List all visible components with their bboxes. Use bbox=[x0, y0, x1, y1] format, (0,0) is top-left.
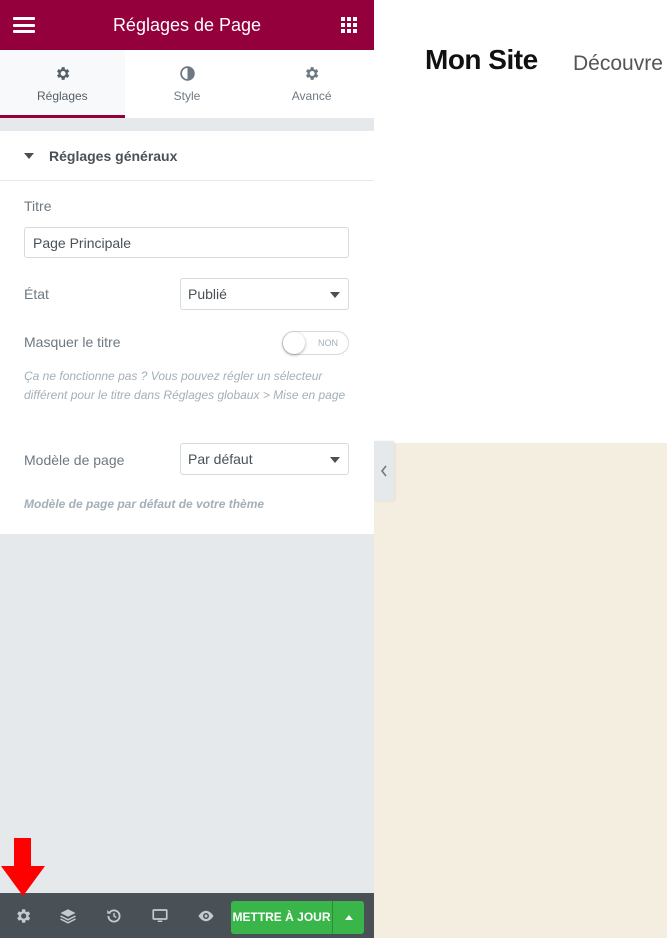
tab-label: Style bbox=[173, 89, 201, 103]
masquer-titre-label: Masquer le titre bbox=[24, 334, 121, 350]
hamburger-menu-icon[interactable] bbox=[13, 17, 35, 33]
caret-down-icon bbox=[24, 152, 34, 159]
section-header[interactable]: Réglages généraux bbox=[0, 131, 374, 181]
gear-icon bbox=[306, 67, 319, 80]
half-circle-contrast-icon bbox=[179, 66, 195, 81]
toggle-knob bbox=[283, 332, 305, 354]
update-button[interactable]: METTRE À JOUR bbox=[231, 901, 332, 934]
tab-style[interactable]: Style bbox=[125, 50, 250, 118]
editor-panel: Réglages de Page Réglages Style Avancé R… bbox=[0, 0, 374, 938]
chevron-down-icon bbox=[330, 457, 340, 463]
site-title[interactable]: Mon Site bbox=[425, 44, 538, 76]
nav-item[interactable]: Découvre bbox=[573, 52, 663, 76]
titre-input[interactable] bbox=[24, 227, 349, 258]
collapse-panel-button[interactable] bbox=[374, 441, 394, 501]
apps-grid-icon[interactable] bbox=[341, 17, 357, 33]
annotation-arrow-icon bbox=[1, 838, 45, 896]
tab-label: Réglages bbox=[36, 89, 88, 103]
preview-cream-section bbox=[374, 443, 667, 938]
gear-icon bbox=[56, 67, 70, 80]
panel-tabs: Réglages Style Avancé bbox=[0, 50, 374, 118]
etat-label: État bbox=[24, 286, 49, 302]
masquer-titre-toggle[interactable]: NON bbox=[282, 331, 349, 355]
section-title: Réglages généraux bbox=[49, 147, 178, 164]
tab-avance[interactable]: Avancé bbox=[249, 50, 374, 118]
update-options-button[interactable] bbox=[332, 901, 364, 934]
tab-reglages[interactable]: Réglages bbox=[0, 50, 125, 118]
settings-section: Réglages généraux Titre État Publié Masq… bbox=[0, 131, 374, 534]
desktop-icon[interactable] bbox=[151, 907, 169, 925]
toggle-text: NON bbox=[318, 338, 338, 348]
gear-icon[interactable] bbox=[14, 907, 32, 925]
etat-select[interactable]: Publié bbox=[180, 278, 349, 310]
modele-select[interactable]: Par défaut bbox=[180, 443, 349, 475]
layers-icon[interactable] bbox=[59, 907, 77, 925]
tab-label: Avancé bbox=[291, 89, 332, 103]
panel-title: Réglages de Page bbox=[112, 14, 262, 35]
titre-label: Titre bbox=[24, 198, 52, 214]
etat-value: Publié bbox=[188, 286, 227, 302]
modele-label: Modèle de page bbox=[24, 452, 125, 468]
page-preview: Mon Site Découvre bbox=[374, 0, 667, 938]
help-text: Ça ne fonctionne pas ? Vous pouvez régle… bbox=[24, 369, 346, 402]
modele-value: Par défaut bbox=[188, 451, 253, 467]
chevron-down-icon bbox=[330, 292, 340, 298]
modele-help-text: Modèle de page par défaut de votre thème bbox=[24, 497, 265, 511]
chevron-left-icon bbox=[380, 465, 387, 477]
eye-icon[interactable] bbox=[197, 907, 215, 925]
caret-up-icon bbox=[344, 915, 353, 920]
panel-header: Réglages de Page bbox=[0, 0, 374, 50]
history-icon[interactable] bbox=[105, 907, 123, 925]
